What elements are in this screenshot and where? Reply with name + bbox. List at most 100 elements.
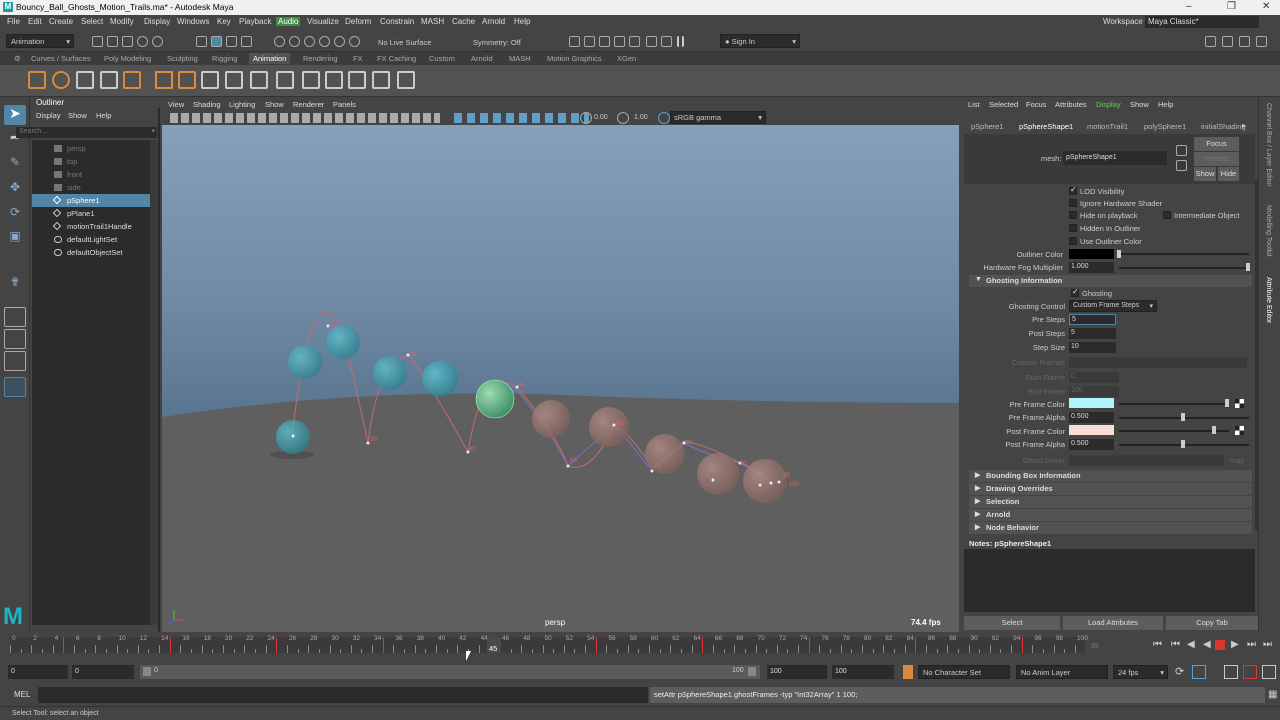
menu-key[interactable]: Key xyxy=(217,17,231,26)
preferences-icon[interactable] xyxy=(1262,665,1276,679)
render-current-frame-icon[interactable] xyxy=(584,36,595,47)
tab-mash[interactable]: MASH xyxy=(505,53,535,64)
viewport-menu-show[interactable]: Show xyxy=(265,100,284,109)
snap-to-curve-icon[interactable] xyxy=(289,36,300,47)
arnold-section[interactable]: ▶Arnold xyxy=(969,509,1252,521)
mesh-name-field[interactable]: pSphereShape1 xyxy=(1063,151,1167,165)
move-tool-icon[interactable]: ✥ xyxy=(4,180,26,200)
ae-menu-focus[interactable]: Focus xyxy=(1026,100,1046,109)
ik-handle-icon[interactable] xyxy=(225,71,243,89)
ae-menu-help[interactable]: Help xyxy=(1158,100,1173,109)
point-constraint-icon[interactable] xyxy=(276,71,294,89)
exposure-icon[interactable] xyxy=(580,112,592,124)
list-item[interactable]: pSphere1 xyxy=(32,194,150,207)
hidden-in-outliner-checkbox[interactable] xyxy=(1069,224,1077,232)
tab-scroll-right-icon[interactable]: ▸ xyxy=(1242,121,1246,130)
make-live-icon[interactable] xyxy=(349,36,360,47)
exposure-value[interactable]: 0.00 xyxy=(594,114,608,121)
tab-motion-graphics[interactable]: Motion Graphics xyxy=(543,53,606,64)
scene-end-field[interactable]: 100 xyxy=(832,665,894,679)
go-to-output-icon[interactable] xyxy=(1176,160,1187,171)
drawing-overrides-section[interactable]: ▶Drawing Overrides xyxy=(969,483,1252,495)
range-start-handle[interactable] xyxy=(143,667,151,676)
motion-trail-icon[interactable] xyxy=(76,71,94,89)
record-icon[interactable] xyxy=(1243,665,1257,679)
tab-rendering[interactable]: Rendering xyxy=(299,53,342,64)
menu-create[interactable]: Create xyxy=(49,17,73,26)
viewport-menu-renderer[interactable]: Renderer xyxy=(293,100,324,109)
blend-shape-icon[interactable] xyxy=(397,71,415,89)
key-translate-icon[interactable] xyxy=(178,71,196,89)
snap-to-point-icon[interactable] xyxy=(304,36,315,47)
menu-deform[interactable]: Deform xyxy=(345,17,371,26)
gamma-icon[interactable] xyxy=(617,112,629,124)
menu-help[interactable]: Help xyxy=(514,17,530,26)
bounding-box-information-section[interactable]: ▶Bounding Box Information xyxy=(969,470,1252,482)
menu-constrain[interactable]: Constrain xyxy=(380,17,414,26)
color-picker-icon[interactable] xyxy=(1235,399,1244,408)
go-to-input-icon[interactable] xyxy=(1176,145,1187,156)
snap-to-grid-icon[interactable] xyxy=(274,36,285,47)
outliner-menu-help[interactable]: Help xyxy=(96,111,111,120)
list-item[interactable]: motionTrail1Handle xyxy=(32,220,150,233)
tab-curves-surfaces[interactable]: Curves / Surfaces xyxy=(27,53,95,64)
play-backwards-icon[interactable]: ◀ xyxy=(1203,639,1211,650)
tab-attribute-editor[interactable]: Attribute Editor xyxy=(1265,277,1272,323)
post-frame-color-swatch[interactable] xyxy=(1069,425,1114,435)
toggle-attribute-editor-icon[interactable] xyxy=(1222,36,1233,47)
gamma-value[interactable]: 1.00 xyxy=(634,114,648,121)
tab-fx[interactable]: FX xyxy=(349,53,367,64)
ghost-icon[interactable] xyxy=(52,71,70,89)
pole-vector-constraint-icon[interactable] xyxy=(372,71,390,89)
tab-animation[interactable]: Animation xyxy=(249,53,290,64)
outliner-layout-icon[interactable] xyxy=(4,377,26,397)
snap-to-view-plane-icon[interactable] xyxy=(334,36,345,47)
list-item[interactable]: top xyxy=(32,155,150,168)
time-ruler[interactable]: 0246810121416182022242628303234363840424… xyxy=(10,637,1085,653)
ipr-render-icon[interactable] xyxy=(599,36,610,47)
viewport-toolbar-icons[interactable] xyxy=(170,113,440,123)
menu-file[interactable]: File xyxy=(7,17,20,26)
tab-modelling-toolkit[interactable]: Modelling Toolkit xyxy=(1265,205,1272,257)
tab-poly-modeling[interactable]: Poly Modeling xyxy=(100,53,155,64)
step-forward-frame-icon[interactable]: ▶ xyxy=(1231,639,1239,650)
select-by-object-icon[interactable] xyxy=(211,36,222,47)
post-steps-field[interactable]: 5 xyxy=(1069,328,1116,339)
menu-modify[interactable]: Modify xyxy=(110,17,134,26)
step-back-key-icon[interactable]: ⏮ xyxy=(1171,639,1180,650)
lod-visibility-checkbox[interactable] xyxy=(1069,187,1077,195)
persp-outliner-layout-icon[interactable] xyxy=(4,351,26,371)
tab-psphere1[interactable]: pSphere1 xyxy=(971,122,1004,131)
menu-display[interactable]: Display xyxy=(144,17,170,26)
tab-channel-box[interactable]: Channel Box / Layer Editor xyxy=(1265,103,1272,187)
outliner-color-slider[interactable] xyxy=(1119,253,1249,255)
aim-constraint-icon[interactable] xyxy=(348,71,366,89)
menu-select[interactable]: Select xyxy=(81,17,103,26)
arnold-ipr-icon[interactable] xyxy=(661,36,672,47)
redo-icon[interactable] xyxy=(152,36,163,47)
shading-toggle-icons[interactable] xyxy=(454,113,589,123)
select-button[interactable]: Select xyxy=(964,616,1060,630)
close-icon[interactable]: ✕ xyxy=(1262,1,1270,12)
render-settings-icon[interactable] xyxy=(614,36,625,47)
list-item[interactable]: pPlane1 xyxy=(32,207,150,220)
tab-motiontrail1[interactable]: motionTrail1 xyxy=(1087,122,1128,131)
ae-menu-selected[interactable]: Selected xyxy=(989,100,1018,109)
anim-layer-dropdown[interactable]: No Anim Layer xyxy=(1016,665,1108,679)
axis-orientation-icon[interactable]: ✟ xyxy=(4,275,26,295)
joint-tool-icon[interactable] xyxy=(201,71,219,89)
tab-custom[interactable]: Custom xyxy=(425,53,459,64)
orient-constraint-icon[interactable] xyxy=(302,71,320,89)
current-sphere[interactable] xyxy=(476,380,514,418)
pre-frame-alpha-field[interactable]: 0.500 xyxy=(1069,412,1114,423)
ghosting-information-section[interactable]: ▼Ghosting Information xyxy=(969,275,1252,287)
color-management-icon[interactable] xyxy=(658,112,670,124)
playback-end-field[interactable]: 100 xyxy=(767,665,827,679)
single-perspective-view-icon[interactable] xyxy=(4,307,26,327)
mel-label[interactable]: MEL xyxy=(14,690,30,699)
pre-frame-color-slider-handle[interactable] xyxy=(1225,399,1229,407)
ignore-hardware-shader-checkbox[interactable] xyxy=(1069,199,1077,207)
post-frame-alpha-field[interactable]: 0.500 xyxy=(1069,439,1114,450)
selection-section[interactable]: ▶Selection xyxy=(969,496,1252,508)
paint-select-icon[interactable]: ✎ xyxy=(4,155,26,175)
